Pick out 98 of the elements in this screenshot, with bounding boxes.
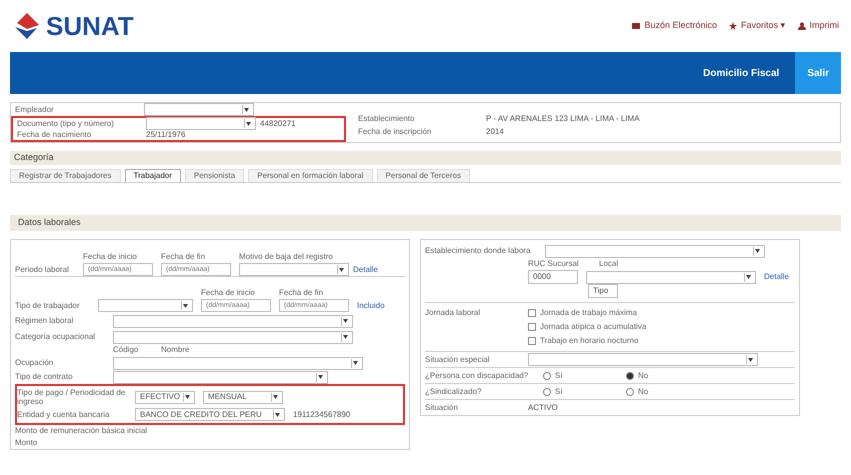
field-label: Nombre [161, 344, 190, 356]
caret-icon [342, 335, 348, 339]
checkbox[interactable] [528, 309, 536, 317]
field-label: ¿Persona con discapacidad? [425, 370, 530, 382]
section-title: Categoría [14, 151, 54, 164]
local-code: 0000 [528, 270, 578, 284]
dropdown-field[interactable] [545, 244, 765, 258]
field-label: Monto de remuneración básica inicial [15, 425, 148, 437]
radio-button[interactable] [543, 372, 551, 380]
dropdown-field[interactable] [113, 356, 363, 370]
field-label: Documento (tipo y número) [17, 118, 115, 130]
field-label: Entidad y cuenta bancaria [17, 408, 111, 420]
mail-icon [632, 22, 640, 30]
field-label: Fecha de fin [279, 287, 324, 299]
detail-link[interactable]: Incluido [357, 300, 385, 312]
caret-icon [338, 268, 344, 272]
field-label: Sí [555, 386, 563, 398]
section-title: Datos laborales [18, 216, 81, 230]
tab[interactable]: Personal de Terceros [376, 169, 470, 182]
field-label: Régimen laboral [15, 315, 74, 327]
caret-icon [754, 249, 760, 253]
field-label: Categoría ocupacional [15, 331, 96, 343]
field-label: Fecha de inicio [83, 251, 138, 263]
type-field: Tipo [588, 284, 618, 298]
field-label: Fecha de fin [161, 251, 206, 263]
field-label: No [638, 370, 648, 382]
field-value: 25/11/1976 [146, 128, 186, 140]
field-label: Ocupación [15, 357, 54, 369]
field-label: Sí [555, 370, 563, 382]
radio-button[interactable] [626, 372, 634, 380]
dropdown-field[interactable] [528, 353, 758, 366]
field-label: RUC Sucursal [528, 258, 580, 270]
field-value: ACTIVO [528, 402, 558, 414]
caret-icon [318, 375, 322, 379]
caret-icon [272, 395, 278, 399]
dropdown-field[interactable] [113, 314, 353, 328]
dropdown-field[interactable] [98, 299, 193, 312]
caret-icon [748, 358, 752, 362]
field-label: Tipo de contrato [15, 371, 74, 383]
account-number: 1911234567890 [293, 408, 350, 420]
detail-link[interactable]: Detalle [764, 271, 789, 283]
dropdown-field[interactable]: EFECTIVO [135, 390, 195, 404]
field-label: Situación [425, 402, 459, 414]
tab[interactable]: Trabajador [124, 169, 181, 182]
field-label: Fecha de inicio [201, 287, 256, 299]
caret-icon [274, 412, 280, 416]
tab[interactable]: Pensionista [184, 169, 244, 182]
caret-icon [352, 361, 358, 365]
field-label: Local [599, 258, 618, 270]
field-label: Situación especial [425, 354, 490, 366]
field-value: 44820271 [260, 118, 296, 130]
dropdown-field[interactable] [146, 117, 256, 130]
field-value: P - AV ARENALES 123 LIMA - LIMA - LIMA [486, 112, 640, 124]
field-label: Trabajo en horario nocturno [540, 335, 638, 347]
field-label: Jornada atípica o acumulativa [540, 321, 646, 333]
field-label: Tipo de pago / Periodicidad de ingreso [17, 388, 126, 406]
field-label: Periodo laboral [15, 264, 70, 276]
radio-button[interactable] [626, 388, 634, 396]
header-link[interactable]: Buzón Electrónico [632, 19, 717, 33]
field-label: Fecha de inscripción [358, 126, 432, 138]
dropdown-field[interactable] [144, 103, 254, 116]
field-label: Establecimiento donde labora [425, 245, 532, 257]
tab[interactable]: Personal en formación laboral [248, 169, 373, 182]
caret-icon [244, 108, 248, 112]
field-label: Código [113, 344, 140, 356]
user-icon [798, 22, 806, 30]
header-link[interactable]: Imprimi [798, 19, 839, 33]
caret-icon [342, 319, 348, 323]
dropdown-field[interactable] [113, 330, 353, 344]
field-label: Jornada laboral [425, 307, 482, 319]
field-label: No [638, 386, 648, 398]
checkbox[interactable] [528, 337, 536, 345]
radio-button[interactable] [543, 388, 551, 396]
field-label: ¿Sindicalizado? [425, 386, 482, 398]
field-label: Jornada de trabajo máxima [540, 307, 637, 319]
caret-icon [184, 395, 190, 399]
dropdown-field[interactable] [586, 270, 756, 284]
field-label: Fecha de nacimiento [17, 128, 92, 140]
dropdown-field[interactable] [239, 263, 349, 276]
field-value: 2014 [486, 126, 504, 138]
caret-icon [182, 304, 188, 308]
field-label: Establecimiento [358, 112, 416, 124]
checkbox[interactable] [528, 323, 536, 331]
star-icon [728, 22, 737, 30]
field-label: Monto [15, 437, 38, 449]
field-label: Tipo de trabajador [15, 300, 81, 312]
logo-text: SUNAT [46, 10, 134, 42]
user-name: Domicilio Fiscal [703, 66, 780, 80]
caret-icon [246, 122, 250, 126]
dropdown-field[interactable] [113, 370, 328, 384]
field-label: Empleador [15, 104, 55, 116]
caret-icon [746, 275, 750, 279]
detail-link[interactable]: Detalle [353, 264, 378, 276]
header-link[interactable]: Favoritos ▾ [728, 19, 786, 33]
tab[interactable]: Registrar de Trabajadores [10, 169, 120, 182]
field-label: Motivo de baja del registro [239, 251, 334, 263]
dropdown-field[interactable]: BANCO DE CREDITO DEL PERU [135, 408, 285, 421]
dropdown-field[interactable]: MENSUAL [203, 390, 283, 404]
